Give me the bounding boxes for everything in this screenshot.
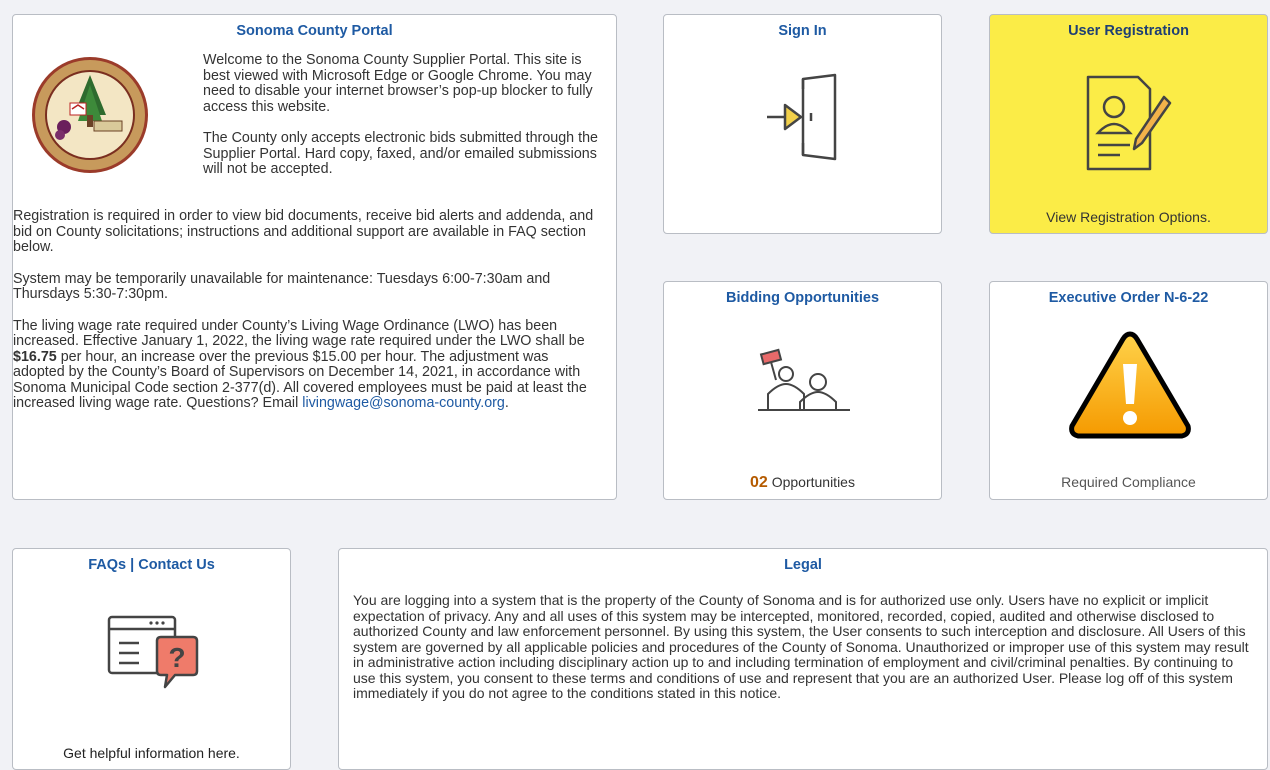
portal-intro: Welcome to the Sonoma County Supplier Po…	[203, 52, 603, 194]
bidding-opportunities-title: Bidding Opportunities	[725, 290, 880, 306]
opportunities-count: 02	[750, 474, 768, 491]
county-seal-logo	[32, 57, 148, 173]
legal-tile: Legal You are logging into a system that…	[338, 548, 1268, 770]
faq-contact-footer: Get helpful information here.	[63, 745, 240, 761]
bidding-auction-icon	[758, 348, 850, 411]
registration-form-icon	[1086, 75, 1172, 171]
bidding-opportunities-tile[interactable]: Bidding Opportunities 02 Opportunities	[663, 281, 942, 500]
bidding-opportunities-footer: 02 Opportunities	[664, 474, 941, 492]
faq-contact-title: FAQs | Contact Us	[88, 557, 215, 573]
portal-info-tile: Sonoma County Portal Welcome to the Sono…	[12, 14, 617, 500]
executive-order-tile[interactable]: Executive Order N-6-22 Required Complian…	[989, 281, 1268, 500]
sign-in-tile[interactable]: Sign In	[663, 14, 942, 234]
portal-maintenance-notice: System may be temporarily unavailable fo…	[13, 270, 551, 302]
lwo-email-link[interactable]: livingwage@sonoma-county.org	[302, 395, 505, 411]
lwo-text-before: The living wage rate required under Coun…	[13, 317, 585, 349]
portal-intro-bids: The County only accepts electronic bids …	[203, 130, 598, 177]
user-registration-footer: View Registration Options.	[1046, 209, 1211, 225]
sign-in-title: Sign In	[778, 23, 827, 39]
legal-text: You are logging into a system that is th…	[353, 592, 1249, 701]
user-registration-tile[interactable]: User Registration View Registration Opti…	[989, 14, 1268, 234]
svg-text:?: ?	[168, 642, 185, 673]
legal-title: Legal	[784, 557, 822, 573]
warning-icon	[1069, 331, 1191, 439]
faq-help-icon: ?	[107, 615, 199, 689]
executive-order-title: Executive Order N-6-22	[1048, 290, 1209, 306]
sign-in-door-icon	[767, 73, 837, 161]
portal-lwo-notice: The living wage rate required under Coun…	[13, 317, 603, 412]
faq-contact-tile[interactable]: FAQs | Contact Us ? Get helpful informat…	[12, 548, 291, 770]
portal-notices: Registration is required in order to vie…	[13, 208, 603, 428]
portal-registration-notice: Registration is required in order to vie…	[13, 208, 594, 255]
portal-title: Sonoma County Portal	[236, 23, 393, 39]
executive-order-footer: Required Compliance	[1061, 474, 1196, 490]
lwo-rate: $16.75	[13, 348, 57, 365]
portal-intro-welcome: Welcome to the Sonoma County Supplier Po…	[203, 52, 593, 115]
opportunities-label: Opportunities	[771, 474, 855, 490]
user-registration-title: User Registration	[1068, 23, 1189, 39]
lwo-text-end: .	[504, 395, 509, 411]
